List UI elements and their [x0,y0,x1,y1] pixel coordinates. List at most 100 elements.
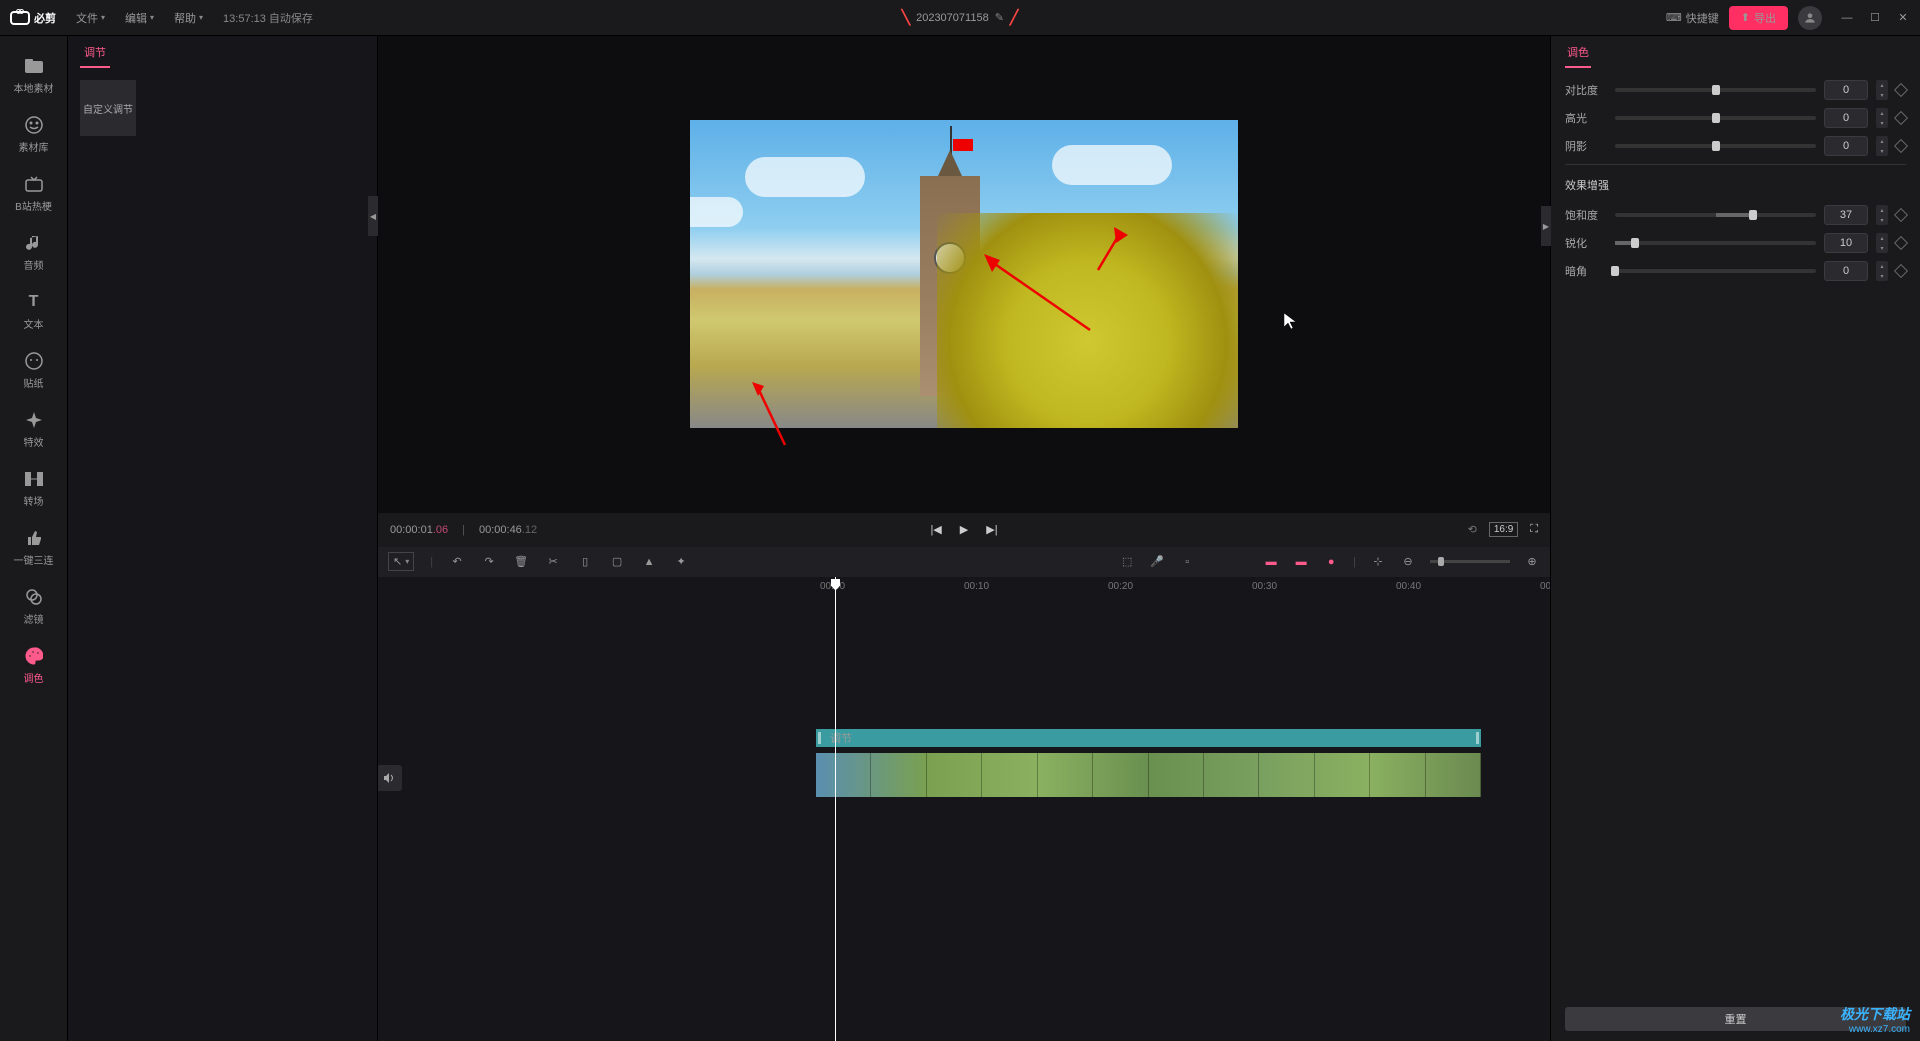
ruler-mark: 00:10 [964,581,989,592]
sidebar-item-sticker[interactable]: 贴纸 [0,341,67,400]
menu-edit[interactable]: 编辑▾ [125,10,154,26]
keyframe-button[interactable] [1894,139,1908,153]
highlight-slider[interactable] [1615,116,1816,120]
tab-color[interactable]: 调色 [1565,36,1591,68]
split-button[interactable]: ✂ [545,555,561,568]
cursor-tool-select[interactable]: ↖▾ [388,552,414,571]
minimize-button[interactable]: — [1840,11,1854,25]
timeline[interactable]: ◀ 00:00 00:10 00:20 00:30 00:40 00:50 01… [378,577,1550,1041]
slash-decoration: ╲ [902,9,910,26]
delete-button[interactable]: 🗑 [513,555,529,568]
play-button[interactable]: ▶ [960,523,968,536]
align-button[interactable]: ⊹ [1370,555,1386,568]
maximize-button[interactable]: ☐ [1868,11,1882,25]
chevron-down-icon: ▾ [101,13,105,22]
keyframe-button[interactable] [1894,264,1908,278]
keyframe-button[interactable] [1894,111,1908,125]
zoom-in-button[interactable]: ⊕ [1524,555,1540,568]
vignette-spinner[interactable]: ▴▾ [1876,261,1888,281]
saturation-spinner[interactable]: ▴▾ [1876,205,1888,225]
param-contrast: 对比度 ▴▾ [1565,76,1906,104]
undo-button[interactable]: ↶ [449,555,465,568]
right-panel-collapse-handle[interactable]: ▶ [1541,206,1551,246]
aspect-ratio-button[interactable]: 16:9 [1489,522,1518,537]
contrast-slider[interactable] [1615,88,1816,92]
sidebar-item-local[interactable]: 本地素材 [0,46,67,105]
highlight-input[interactable] [1824,108,1868,128]
saturation-input[interactable] [1824,205,1868,225]
sidebar-item-transition[interactable]: 转场 [0,459,67,518]
sidebar-item-effect[interactable]: 特效 [0,400,67,459]
effect-clip[interactable]: 调节 [816,729,1481,747]
inspector-tabs: 调色 [1551,36,1920,68]
keyframe-button[interactable] [1894,236,1908,250]
snap-button[interactable]: ⬚ [1119,555,1135,568]
next-frame-button[interactable]: ▶| [986,523,997,536]
crop-tool-button[interactable]: ▯ [577,555,593,568]
sidebar-item-color[interactable]: 调色 [0,636,67,695]
shadow-spinner[interactable]: ▴▾ [1876,136,1888,156]
mirror-button[interactable]: ▲ [641,556,657,568]
sharpen-slider[interactable] [1615,241,1816,245]
export-button[interactable]: ⬆导出 [1729,6,1788,30]
time-ruler[interactable]: 00:00 00:10 00:20 00:30 00:40 00:50 01:0… [430,577,1550,599]
menu-help[interactable]: 帮助▾ [174,10,203,26]
magic-button[interactable]: ✦ [673,555,689,568]
sidebar-item-triple[interactable]: 一键三连 [0,518,67,577]
marker-button-1[interactable]: ▬ [1263,556,1279,568]
contrast-input[interactable] [1824,80,1868,100]
user-avatar[interactable] [1798,6,1822,30]
keyframe-button[interactable] [1894,208,1908,222]
zoom-out-button[interactable]: ⊖ [1400,555,1416,568]
highlight-spinner[interactable]: ▴▾ [1876,108,1888,128]
marker-button-3[interactable]: ● [1323,556,1339,568]
param-highlight: 高光 ▴▾ [1565,104,1906,132]
edit-title-icon[interactable]: ✎ [995,11,1004,24]
sidebar-item-text[interactable]: T文本 [0,282,67,341]
sidebar-item-library[interactable]: 素材库 [0,105,67,164]
custom-adjust-preset[interactable]: 自定义调节 [80,80,136,136]
mic-button[interactable]: 🎤 [1149,555,1165,568]
ruler-mark: 00:30 [1252,581,1277,592]
sharpen-input[interactable] [1824,233,1868,253]
close-button[interactable]: ✕ [1896,11,1910,25]
left-sidebar: 本地素材 素材库 B站热梗 音频 T文本 贴纸 特效 转场 一键三连 滤镜 调色 [0,36,68,1041]
chevron-down-icon: ▾ [199,13,203,22]
playhead[interactable] [835,577,836,1041]
freeze-button[interactable]: ▢ [609,555,625,568]
center-area: ◀ 00:00:01.06 | 00:00:46.12 |◀ ▶ [378,36,1550,1041]
sharpen-spinner[interactable]: ▴▾ [1876,233,1888,253]
redo-button[interactable]: ↷ [481,555,497,568]
vignette-input[interactable] [1824,261,1868,281]
panel-collapse-handle[interactable]: ◀ [368,196,378,236]
menu-file[interactable]: 文件▾ [76,10,105,26]
keyframe-button[interactable] [1894,83,1908,97]
shadow-input[interactable] [1824,136,1868,156]
shadow-slider[interactable] [1615,144,1816,148]
preview-canvas[interactable] [690,120,1238,428]
zoom-slider[interactable] [1430,560,1510,563]
keyboard-icon: ⌨ [1666,11,1682,24]
watermark-url: www.xz7.com [1840,1024,1910,1035]
video-clip[interactable] [816,753,1481,797]
cursor-icon: ↖ [393,555,402,568]
vignette-slider[interactable] [1615,269,1816,273]
sidebar-item-bhot[interactable]: B站热梗 [0,164,67,223]
toolbar-divider: | [430,556,433,568]
saturation-slider[interactable] [1615,213,1816,217]
sidebar-item-audio[interactable]: 音频 [0,223,67,282]
ruler-mark: 00:50 [1540,581,1550,592]
param-sharpen: 锐化 ▴▾ [1565,229,1906,257]
marker-button-2[interactable]: ▬ [1293,556,1309,568]
track-mute-button[interactable] [378,765,402,791]
fullscreen-icon[interactable]: ⛶ [1530,523,1538,536]
shortcuts-button[interactable]: ⌨快捷键 [1666,10,1719,26]
prev-frame-button[interactable]: |◀ [930,523,941,536]
record-button[interactable]: ▫ [1179,556,1195,568]
loop-icon[interactable]: ⟲ [1468,523,1477,536]
param-shadow: 阴影 ▴▾ [1565,132,1906,160]
contrast-spinner[interactable]: ▴▾ [1876,80,1888,100]
app-logo: 必剪 [10,10,56,26]
panel-tab-adjust[interactable]: 调节 [80,36,110,68]
sidebar-item-filter[interactable]: 滤镜 [0,577,67,636]
